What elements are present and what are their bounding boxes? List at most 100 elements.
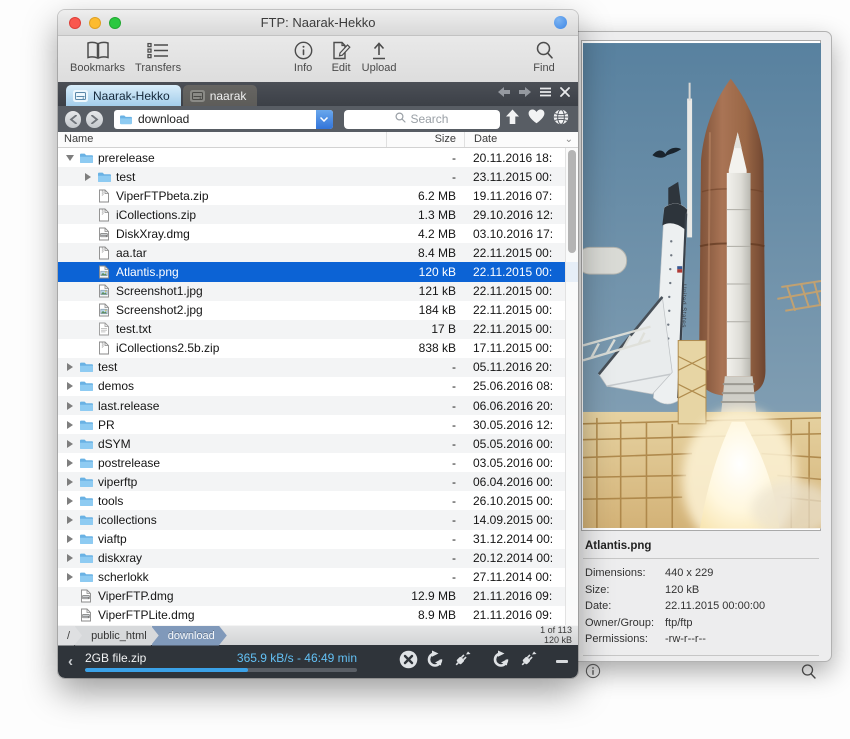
minimize-transferbar-icon[interactable]: [556, 660, 568, 663]
file-name: diskxray: [98, 551, 142, 565]
file-size: -: [386, 399, 464, 413]
table-row[interactable]: iCollections2.5b.zip838 kB17.11.2015 00:: [58, 339, 578, 358]
parent-folder-icon[interactable]: [505, 109, 520, 130]
tab-naarak-hekko[interactable]: Naarak-Hekko: [66, 85, 181, 106]
tab-close-icon[interactable]: [560, 84, 570, 102]
disclosure-triangle-icon[interactable]: [62, 459, 78, 467]
table-row[interactable]: viaftp-31.12.2014 00:: [58, 530, 578, 549]
table-row[interactable]: viperftp-06.04.2016 00:: [58, 472, 578, 491]
current-folder-label: download: [138, 112, 316, 126]
disclosure-triangle-icon[interactable]: [80, 173, 96, 181]
back-button[interactable]: [65, 111, 81, 128]
column-header-name[interactable]: Name: [58, 132, 386, 147]
history-forward-icon[interactable]: [519, 84, 531, 102]
file-size: 8.9 MB: [386, 608, 464, 622]
edit-document-icon: [330, 40, 352, 61]
folder-icon: [78, 379, 94, 394]
table-row[interactable]: icollections-14.09.2015 00:: [58, 510, 578, 529]
file-name: PR: [98, 418, 115, 432]
preview-field-label: Dimensions:: [585, 565, 665, 582]
globe-icon[interactable]: [553, 109, 569, 130]
folder-icon: [78, 493, 94, 508]
sync-icon[interactable]: [491, 650, 511, 674]
file-size: 4.2 MB: [386, 227, 464, 241]
disclosure-triangle-icon[interactable]: [62, 421, 78, 429]
column-options-chevron-icon[interactable]: ⌄: [565, 132, 578, 147]
table-row[interactable]: tools-26.10.2015 00:: [58, 491, 578, 510]
favorites-heart-icon[interactable]: [528, 109, 545, 129]
disclosure-triangle-icon[interactable]: [62, 573, 78, 581]
disclosure-triangle-icon[interactable]: [62, 155, 78, 161]
file-name: last.release: [98, 399, 159, 413]
disclosure-triangle-icon[interactable]: [62, 440, 78, 448]
find-button[interactable]: Find: [522, 40, 566, 74]
table-row[interactable]: diskxray-20.12.2014 00:: [58, 549, 578, 568]
table-row[interactable]: prerelease-20.11.2016 18:: [58, 148, 578, 167]
disclosure-triangle-icon[interactable]: [62, 363, 78, 371]
disclosure-triangle-icon[interactable]: [62, 497, 78, 505]
disclosure-triangle-icon[interactable]: [62, 535, 78, 543]
scrollbar-track[interactable]: [565, 148, 578, 625]
info-icon[interactable]: [585, 663, 601, 679]
file-name: demos: [98, 379, 134, 393]
title-bar[interactable]: FTP: Naarak-Hekko: [58, 10, 578, 36]
history-back-icon[interactable]: [498, 84, 510, 102]
table-row[interactable]: ViperFTPbeta.zip6.2 MB19.11.2016 07:: [58, 186, 578, 205]
table-row[interactable]: PR-30.05.2016 12:: [58, 415, 578, 434]
transfers-button[interactable]: Transfers: [135, 40, 181, 74]
table-row[interactable]: postrelease-03.05.2016 00:: [58, 453, 578, 472]
breadcrumb-download[interactable]: download: [152, 626, 227, 646]
table-row[interactable]: test-23.11.2015 00:: [58, 167, 578, 186]
scrollbar-thumb[interactable]: [568, 150, 576, 253]
plug-icon[interactable]: [452, 650, 471, 674]
sync-icon[interactable]: [425, 650, 445, 674]
bookmarks-button[interactable]: Bookmarks: [70, 40, 125, 74]
table-row[interactable]: ViperFTP.dmg12.9 MB21.11.2016 09:: [58, 587, 578, 606]
edit-button[interactable]: Edit: [323, 40, 359, 74]
folder-dropdown[interactable]: download: [114, 110, 333, 129]
file-name: postrelease: [98, 456, 160, 470]
file-date: 05.05.2016 00:: [464, 437, 578, 451]
disclosure-triangle-icon[interactable]: [62, 382, 78, 390]
disclosure-triangle-icon[interactable]: [62, 402, 78, 410]
table-row[interactable]: dSYM-05.05.2016 00:: [58, 434, 578, 453]
folder-icon: [78, 360, 94, 375]
search-input[interactable]: Search: [344, 110, 500, 129]
table-row[interactable]: iCollections.zip1.3 MB29.10.2016 12:: [58, 205, 578, 224]
collapse-transfers-chevron-icon[interactable]: ‹: [68, 653, 73, 670]
upload-button[interactable]: Upload: [361, 40, 397, 74]
table-row[interactable]: scherlokk-27.11.2014 00:: [58, 568, 578, 587]
table-row[interactable]: demos-25.06.2016 08:: [58, 377, 578, 396]
file-date: 31.12.2014 00:: [464, 532, 578, 546]
file-size: -: [386, 437, 464, 451]
table-row[interactable]: test.txt17 B22.11.2015 00:: [58, 320, 578, 339]
table-row[interactable]: last.release-06.06.2016 20:: [58, 396, 578, 415]
disclosure-triangle-icon[interactable]: [62, 478, 78, 486]
transfers-label: Transfers: [135, 62, 181, 74]
file-name: Atlantis.png: [116, 265, 179, 279]
cancel-transfer-icon[interactable]: [399, 650, 418, 674]
column-header-date[interactable]: Date ⌄: [464, 132, 578, 147]
plug-icon[interactable]: [518, 650, 537, 674]
table-row[interactable]: ViperFTPLite.dmg8.9 MB21.11.2016 09:: [58, 606, 578, 625]
table-row[interactable]: Atlantis.png120 kB22.11.2015 00:: [58, 262, 578, 281]
magnifier-icon[interactable]: [800, 663, 817, 680]
breadcrumb-public-html[interactable]: public_html: [75, 626, 159, 646]
file-date: 03.05.2016 00:: [464, 456, 578, 470]
table-row[interactable]: DiskXray.dmg4.2 MB03.10.2016 17:: [58, 224, 578, 243]
forward-button[interactable]: [86, 111, 102, 128]
active-transfer[interactable]: 2GB file.zip 365.9 kB/s - 46:49 min: [85, 651, 357, 672]
info-button[interactable]: Info: [285, 40, 321, 74]
table-row[interactable]: test-05.11.2016 20:: [58, 358, 578, 377]
table-row[interactable]: aa.tar8.4 MB22.11.2015 00:: [58, 243, 578, 262]
chevron-down-icon[interactable]: [316, 110, 333, 129]
column-header-size[interactable]: Size: [386, 132, 464, 147]
disclosure-triangle-icon[interactable]: [62, 516, 78, 524]
disclosure-triangle-icon[interactable]: [62, 554, 78, 562]
file-name: ViperFTPbeta.zip: [116, 189, 209, 203]
table-row[interactable]: Screenshot1.jpg121 kB22.11.2015 00:: [58, 282, 578, 301]
tab-naarak[interactable]: naarak: [183, 85, 258, 106]
edit-label: Edit: [332, 62, 351, 74]
tab-menu-icon[interactable]: [540, 84, 551, 102]
table-row[interactable]: Screenshot2.jpg184 kB22.11.2015 00:: [58, 301, 578, 320]
